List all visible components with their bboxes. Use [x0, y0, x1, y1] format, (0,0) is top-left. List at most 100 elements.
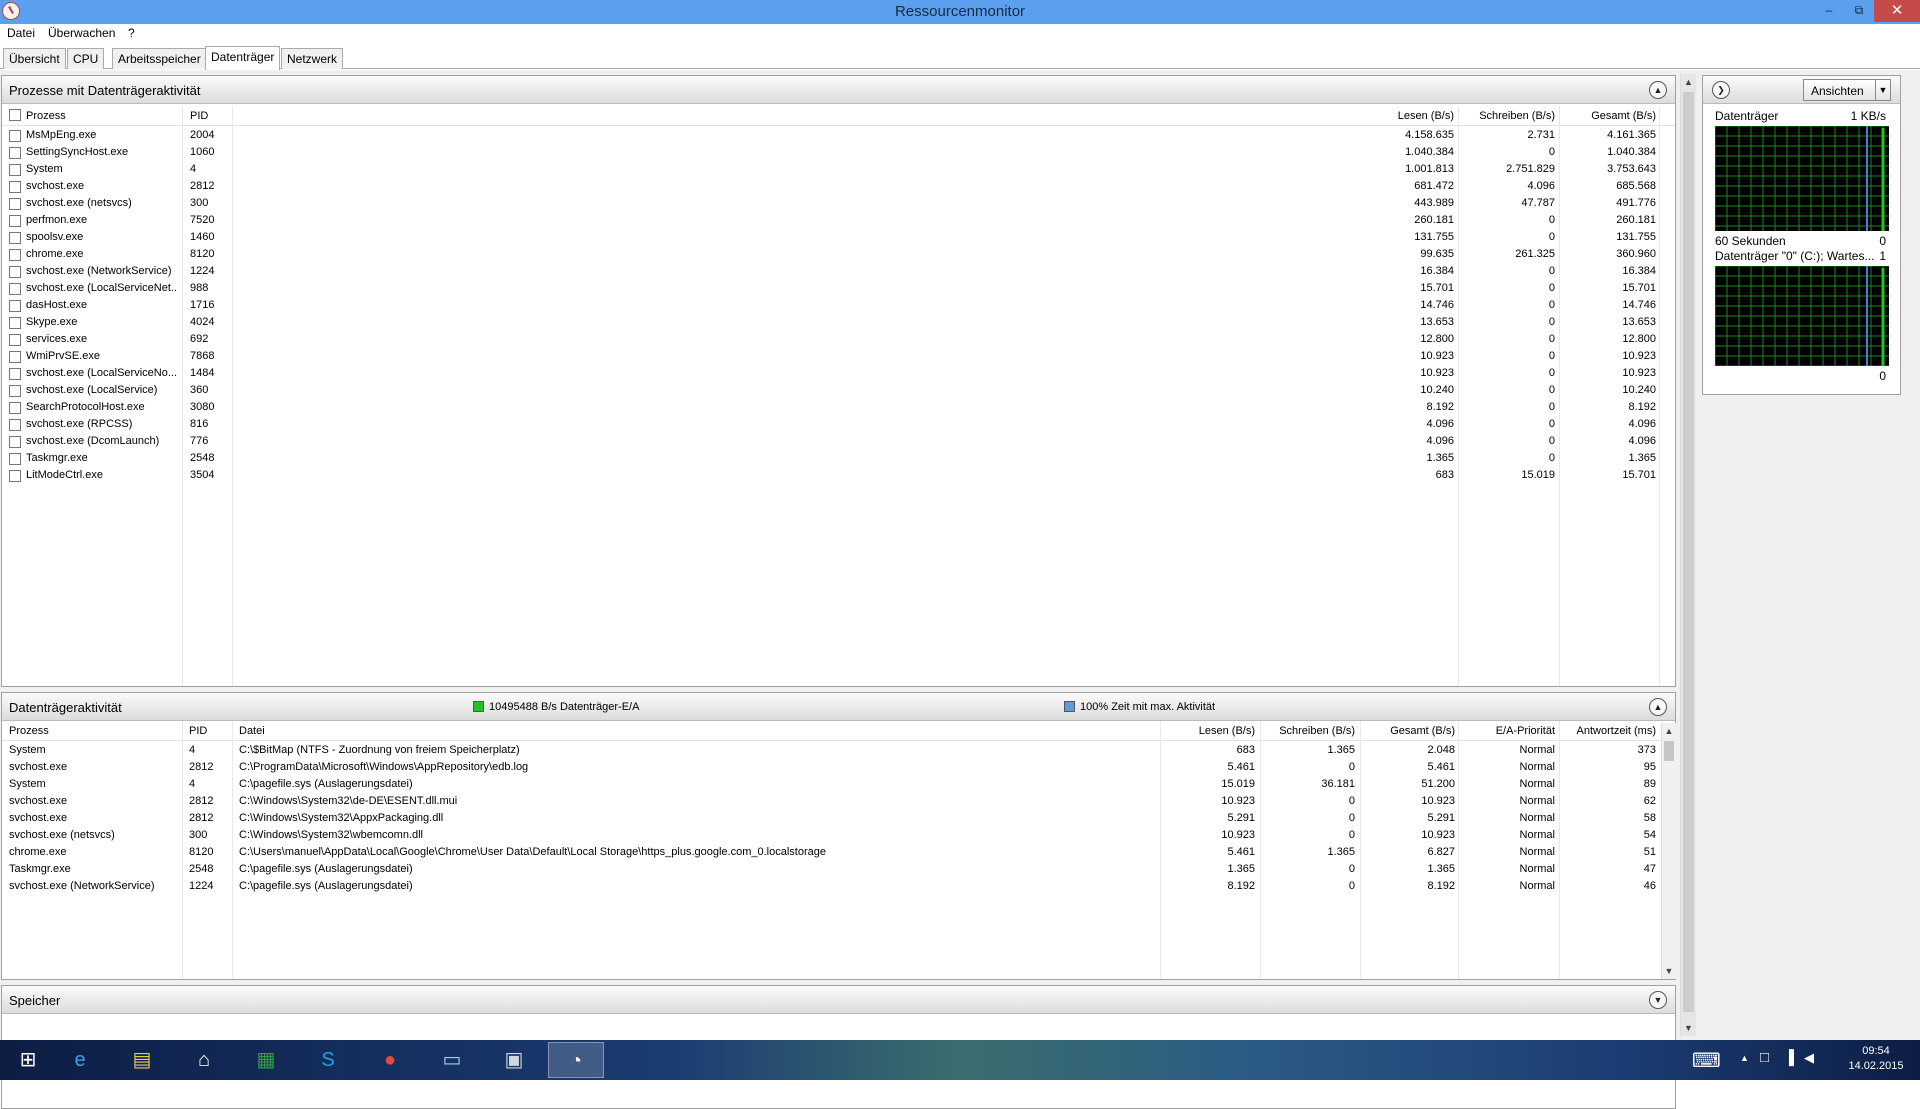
process-row[interactable]: perfmon.exe 7520 260.181 0 260.181: [2, 212, 1657, 229]
disk-activity-panel-header[interactable]: Datenträgeraktivität 10495488 B/s Datent…: [2, 693, 1675, 721]
process-row[interactable]: LitModeCtrl.exe 3504 683 15.019 15.701: [2, 467, 1657, 484]
process-checkbox[interactable]: [9, 470, 21, 482]
store-icon[interactable]: ▦: [238, 1042, 294, 1078]
process-row[interactable]: svchost.exe (LocalServiceNo... 1484 10.923…: [2, 365, 1657, 382]
tab-cpu[interactable]: CPU: [67, 48, 105, 69]
process-checkbox[interactable]: [9, 317, 21, 329]
activity-row[interactable]: svchost.exe 2812 C:\Windows\System32\AppxP…: [2, 810, 1658, 827]
col-schreiben[interactable]: Schreiben (B/s): [1462, 110, 1555, 122]
scroll-down-arrow[interactable]: ▼: [1662, 963, 1676, 979]
tab-arbeitsspeicher[interactable]: Arbeitsspeicher: [112, 48, 207, 69]
activity-row[interactable]: svchost.exe (netsvcs) 300 C:\Windows\Syste…: [2, 827, 1658, 844]
scroll-up-arrow[interactable]: ▲: [1662, 723, 1676, 739]
activity-row[interactable]: chrome.exe 8120 C:\Users\manuel\AppData\Lo…: [2, 844, 1658, 861]
col-lesen[interactable]: Lesen (B/s): [1302, 110, 1454, 122]
process-row[interactable]: spoolsv.exe 1460 131.755 0 131.755: [2, 229, 1657, 246]
main-scroll-up-arrow[interactable]: ▲: [1681, 74, 1696, 90]
process-row[interactable]: dasHost.exe 1716 14.746 0 14.746: [2, 297, 1657, 314]
process-row[interactable]: System 4 1.001.813 2.751.829 3.753.643: [2, 161, 1657, 178]
network-app-icon[interactable]: ▣: [486, 1042, 542, 1078]
process-row[interactable]: svchost.exe (RPCSS) 816 4.096 0 4.096: [2, 416, 1657, 433]
tab-datentraeger[interactable]: Datenträger: [205, 46, 281, 70]
col-gesamt[interactable]: Gesamt (B/s): [1562, 110, 1656, 122]
network-signal-icon[interactable]: ▐: [1784, 1049, 1794, 1065]
activity-row[interactable]: svchost.exe 2812 C:\ProgramData\Microsoft\…: [2, 759, 1658, 776]
col-schreiben[interactable]: Schreiben (B/s): [1262, 725, 1355, 737]
process-row[interactable]: SearchProtocolHost.exe 3080 8.192 0 8.192: [2, 399, 1657, 416]
process-row[interactable]: MsMpEng.exe 2004 4.158.635 2.731 4.161.365: [2, 127, 1657, 144]
process-row[interactable]: services.exe 692 12.800 0 12.800: [2, 331, 1657, 348]
scroll-thumb[interactable]: [1664, 741, 1674, 761]
process-checkbox[interactable]: [9, 436, 21, 448]
process-checkbox[interactable]: [9, 266, 21, 278]
process-checkbox[interactable]: [9, 232, 21, 244]
process-checkbox[interactable]: [9, 130, 21, 142]
chrome-icon[interactable]: ●: [362, 1042, 418, 1078]
close-button[interactable]: ✕: [1874, 0, 1920, 22]
activity-row[interactable]: System 4 C:\$BitMap (NTFS - Zuordnung von …: [2, 742, 1658, 759]
process-checkbox[interactable]: [9, 453, 21, 465]
process-checkbox[interactable]: [9, 368, 21, 380]
process-row[interactable]: svchost.exe (DcomLaunch) 776 4.096 0 4.096: [2, 433, 1657, 450]
collapse-activity-button[interactable]: ▲: [1649, 698, 1667, 716]
tab-uebersicht[interactable]: Übersicht: [3, 48, 66, 69]
col-prozess[interactable]: Prozess: [9, 725, 49, 737]
process-checkbox[interactable]: [9, 147, 21, 159]
activity-row[interactable]: Taskmgr.exe 2548 C:\pagefile.sys (Auslager…: [2, 861, 1658, 878]
volume-icon[interactable]: ◀: [1804, 1050, 1814, 1066]
process-checkbox[interactable]: [9, 283, 21, 295]
menu-datei[interactable]: Datei: [7, 26, 35, 40]
restore-button[interactable]: ⧉: [1844, 0, 1874, 22]
process-row[interactable]: Taskmgr.exe 2548 1.365 0 1.365: [2, 450, 1657, 467]
process-row[interactable]: WmiPrvSE.exe 7868 10.923 0 10.923: [2, 348, 1657, 365]
views-dropdown[interactable]: Ansichten ▼: [1803, 79, 1891, 101]
main-scroll-thumb[interactable]: [1683, 92, 1694, 1012]
process-checkbox[interactable]: [9, 164, 21, 176]
col-priority[interactable]: E/A-Priorität: [1462, 725, 1555, 737]
skype-icon[interactable]: S: [300, 1042, 356, 1078]
process-row[interactable]: svchost.exe (NetworkService) 1224 16.384 0 1…: [2, 263, 1657, 280]
process-row[interactable]: svchost.exe (LocalService) 360 10.240 0 10.2…: [2, 382, 1657, 399]
views-dropdown-arrow[interactable]: ▼: [1875, 80, 1890, 100]
col-gesamt[interactable]: Gesamt (B/s): [1362, 725, 1455, 737]
clock[interactable]: 09:54 14.02.2015: [1840, 1045, 1912, 1072]
activity-row[interactable]: svchost.exe 2812 C:\Windows\System32\de-DE…: [2, 793, 1658, 810]
process-row[interactable]: svchost.exe 2812 681.472 4.096 685.568: [2, 178, 1657, 195]
process-checkbox[interactable]: [9, 334, 21, 346]
process-row[interactable]: Skype.exe 4024 13.653 0 13.653: [2, 314, 1657, 331]
process-row[interactable]: SettingSyncHost.exe 1060 1.040.384 0 1.040.3…: [2, 144, 1657, 161]
process-checkbox[interactable]: [9, 419, 21, 431]
col-pid[interactable]: PID: [190, 110, 208, 122]
process-checkbox[interactable]: [9, 402, 21, 414]
col-prozess[interactable]: Prozess: [26, 110, 66, 122]
process-checkbox[interactable]: [9, 351, 21, 363]
internet-explorer-icon[interactable]: e: [52, 1042, 108, 1078]
activity-row[interactable]: System 4 C:\pagefile.sys (Auslagerungsdate…: [2, 776, 1658, 793]
process-row[interactable]: chrome.exe 8120 99.635 261.325 360.960: [2, 246, 1657, 263]
home-icon[interactable]: ⌂: [176, 1042, 232, 1078]
resource-monitor-icon[interactable]: ◔: [548, 1042, 604, 1078]
activity-scrollbar[interactable]: ▲ ▼: [1661, 723, 1676, 979]
expand-storage-button[interactable]: ▼: [1649, 991, 1667, 1009]
process-checkbox[interactable]: [9, 300, 21, 312]
main-scroll-down-arrow[interactable]: ▼: [1681, 1020, 1696, 1036]
file-explorer-icon[interactable]: ▤: [114, 1042, 170, 1078]
process-checkbox[interactable]: [9, 198, 21, 210]
tray-overflow-icon[interactable]: ▲: [1740, 1053, 1749, 1063]
menu-help[interactable]: ?: [128, 26, 135, 40]
main-scrollbar[interactable]: ▲ ▼: [1680, 74, 1696, 1036]
notes-icon[interactable]: ▭: [424, 1042, 480, 1078]
process-checkbox[interactable]: [9, 385, 21, 397]
col-response-time[interactable]: Antwortzeit (ms): [1547, 725, 1656, 737]
col-lesen[interactable]: Lesen (B/s): [1162, 725, 1255, 737]
process-checkbox[interactable]: [9, 249, 21, 261]
action-center-icon[interactable]: □: [1760, 1049, 1769, 1066]
col-datei[interactable]: Datei: [239, 725, 265, 737]
process-checkbox[interactable]: [9, 181, 21, 193]
keyboard-icon[interactable]: ⌨: [1692, 1048, 1721, 1073]
minimize-button[interactable]: –: [1814, 0, 1844, 22]
processes-panel-header[interactable]: Prozesse mit Datenträgeraktivität ▲: [2, 76, 1675, 104]
menu-ueberwachen[interactable]: Überwachen: [48, 26, 115, 40]
col-pid[interactable]: PID: [189, 725, 207, 737]
start-button[interactable]: ⊞: [0, 1042, 56, 1078]
